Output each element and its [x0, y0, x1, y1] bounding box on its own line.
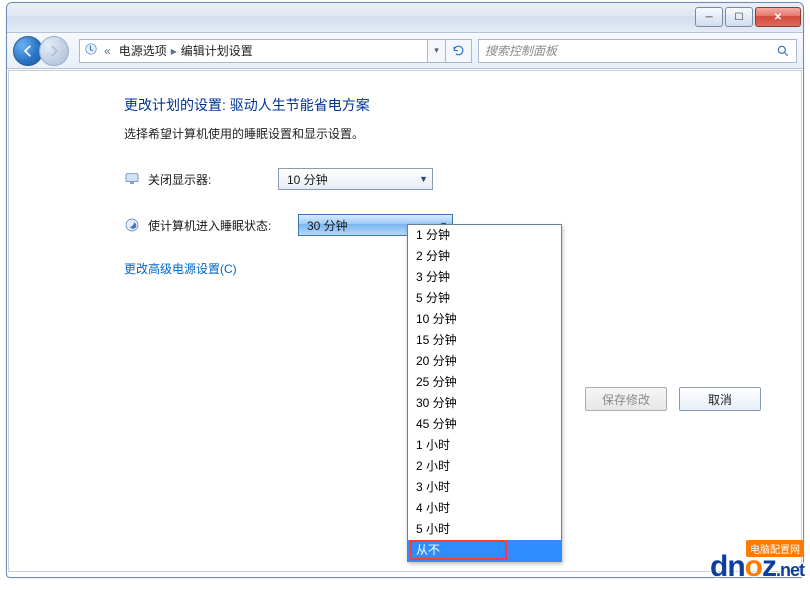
breadcrumb-seg-1[interactable]: 电源选项	[115, 42, 171, 59]
dropdown-option[interactable]: 20 分钟	[408, 351, 561, 372]
page-subtitle: 选择希望计算机使用的睡眠设置和显示设置。	[124, 125, 773, 142]
window-frame: ─ ☐ ✕ « 电源选项 ▸ 编辑计划设置 ▾ 搜索控制面板 更改计划的设置:	[6, 2, 804, 578]
dropdown-option[interactable]: 5 小时	[408, 519, 561, 540]
dropdown-option[interactable]: 4 小时	[408, 498, 561, 519]
explorer-navbar: « 电源选项 ▸ 编辑计划设置 ▾ 搜索控制面板	[7, 33, 803, 69]
dropdown-option[interactable]: 1 小时	[408, 435, 561, 456]
sleep-value: 30 分钟	[307, 217, 348, 234]
maximize-button[interactable]: ☐	[725, 7, 753, 27]
watermark-net: .net	[776, 560, 804, 580]
titlebar: ─ ☐ ✕	[7, 3, 803, 33]
address-dropdown-button[interactable]: ▾	[428, 39, 446, 63]
close-button[interactable]: ✕	[755, 7, 801, 27]
search-icon	[776, 44, 790, 58]
dropdown-option[interactable]: 3 小时	[408, 477, 561, 498]
chevron-down-icon: ▼	[419, 174, 428, 184]
arrow-right-icon	[47, 44, 61, 58]
sleep-icon	[124, 217, 140, 233]
save-button[interactable]: 保存修改	[585, 387, 667, 411]
content-area: 更改计划的设置: 驱动人生节能省电方案 选择希望计算机使用的睡眠设置和显示设置。…	[8, 70, 802, 572]
dropdown-option[interactable]: 2 分钟	[408, 246, 561, 267]
watermark-text-1: dn	[710, 550, 745, 583]
dropdown-option[interactable]: 45 分钟	[408, 414, 561, 435]
dropdown-option[interactable]: 2 小时	[408, 456, 561, 477]
search-input[interactable]: 搜索控制面板	[478, 39, 797, 63]
breadcrumb-prefix: «	[100, 44, 115, 58]
dropdown-option[interactable]: 25 分钟	[408, 372, 561, 393]
breadcrumb-seg-2[interactable]: 编辑计划设置	[177, 42, 257, 59]
page-title: 更改计划的设置: 驱动人生节能省电方案	[124, 95, 773, 115]
dropdown-option[interactable]: 10 分钟	[408, 309, 561, 330]
minimize-button[interactable]: ─	[695, 7, 723, 27]
row-turn-off-display: 关闭显示器: 10 分钟 ▼	[124, 168, 773, 190]
power-plan-icon	[84, 42, 98, 59]
refresh-button[interactable]	[446, 39, 472, 63]
arrow-left-icon	[21, 44, 35, 58]
dropdown-option[interactable]: 1 分钟	[408, 225, 561, 246]
turn-off-display-value: 10 分钟	[287, 171, 328, 188]
forward-button[interactable]	[39, 36, 69, 66]
breadcrumb-bar[interactable]: « 电源选项 ▸ 编辑计划设置	[79, 39, 428, 63]
dialog-buttons: 保存修改 取消	[585, 387, 761, 411]
dropdown-option[interactable]: 15 分钟	[408, 330, 561, 351]
dropdown-option[interactable]: 从不	[408, 540, 561, 561]
monitor-icon	[124, 171, 140, 187]
watermark-logo: 电脑配置网 dnoz.net	[710, 550, 804, 584]
dropdown-option[interactable]: 30 分钟	[408, 393, 561, 414]
dropdown-option[interactable]: 5 分钟	[408, 288, 561, 309]
sleep-label: 使计算机进入睡眠状态:	[148, 217, 298, 234]
turn-off-display-combo[interactable]: 10 分钟 ▼	[278, 168, 433, 190]
refresh-icon	[452, 44, 465, 57]
search-placeholder: 搜索控制面板	[485, 42, 557, 59]
sleep-dropdown-list[interactable]: 1 分钟2 分钟3 分钟5 分钟10 分钟15 分钟20 分钟25 分钟30 分…	[407, 224, 562, 562]
turn-off-display-label: 关闭显示器:	[148, 171, 278, 188]
dropdown-option[interactable]: 3 分钟	[408, 267, 561, 288]
cancel-button[interactable]: 取消	[679, 387, 761, 411]
watermark-tag: 电脑配置网	[746, 540, 804, 557]
